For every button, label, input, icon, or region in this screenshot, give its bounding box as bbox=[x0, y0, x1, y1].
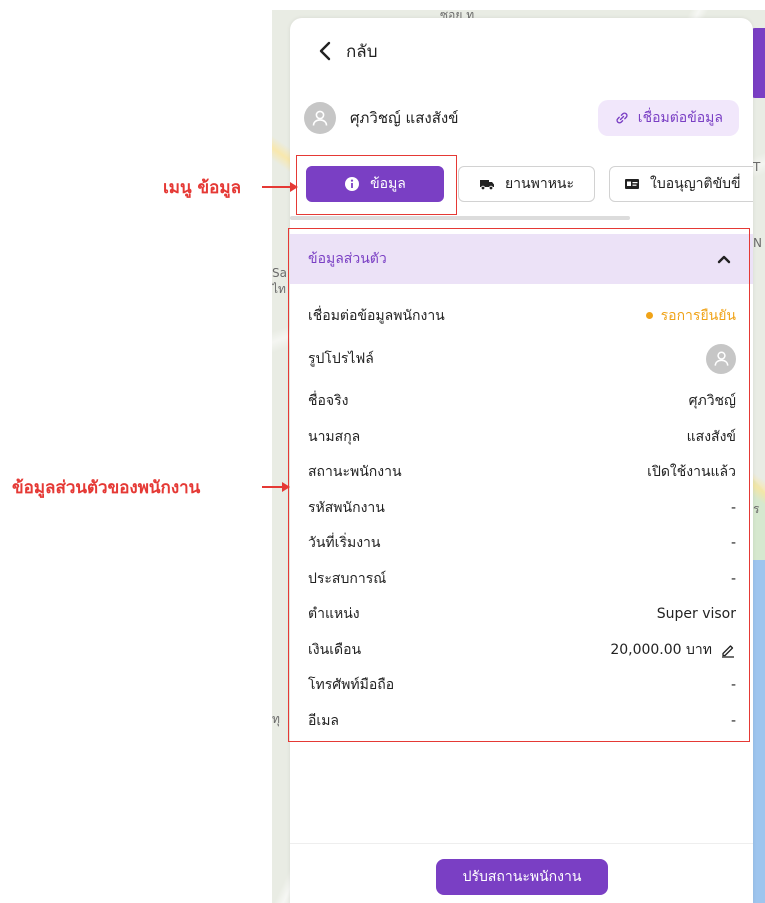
tab-vehicle[interactable]: ยานพาหนะ bbox=[458, 166, 595, 202]
map-label: ร bbox=[753, 502, 760, 516]
map-label: N bbox=[753, 236, 762, 250]
truck-icon bbox=[479, 180, 494, 191]
back-label: กลับ bbox=[346, 41, 378, 62]
tab-vehicle-label: ยานพาหนะ bbox=[504, 176, 575, 192]
map-label: ไท bbox=[272, 282, 286, 296]
link-icon bbox=[616, 112, 628, 124]
user-avatar-icon bbox=[304, 102, 336, 134]
tab-scrollbar[interactable] bbox=[290, 216, 630, 220]
chevron-left-icon bbox=[319, 41, 331, 61]
annotation-box-section bbox=[288, 228, 750, 742]
map-label: T bbox=[753, 160, 761, 174]
profile-row: ศุภวิชญ์ แสงสังข์ เชื่อมต่อข้อมูล bbox=[304, 100, 739, 136]
annotation-arrow bbox=[262, 482, 290, 492]
map-label: ทุ bbox=[272, 712, 280, 726]
annotation-arrow bbox=[262, 182, 298, 192]
map-label: Sa bbox=[272, 266, 287, 280]
map-water-strip bbox=[751, 560, 765, 903]
connect-data-button[interactable]: เชื่อมต่อข้อมูล bbox=[597, 100, 739, 136]
annotation-box-menu bbox=[296, 155, 457, 215]
back-button[interactable]: กลับ bbox=[318, 38, 378, 64]
profile-name: ศุภวิชญ์ แสงสังข์ bbox=[350, 109, 459, 127]
map-side-tab[interactable] bbox=[751, 28, 765, 98]
tab-driver-license[interactable]: ใบอนุญาติขับขี่ bbox=[609, 166, 753, 202]
update-status-button[interactable]: ปรับสถานะพนักงาน bbox=[436, 859, 608, 895]
tab-driver-license-label: ใบอนุญาติขับขี่ bbox=[650, 176, 741, 192]
annotation-label-menu: เมนู ข้อมูล bbox=[163, 178, 242, 198]
connect-label: เชื่อมต่อข้อมูล bbox=[637, 110, 723, 126]
annotation-label-section: ข้อมูลส่วนตัวของพนักงาน bbox=[12, 478, 201, 498]
id-card-icon bbox=[625, 179, 639, 189]
footer-divider bbox=[290, 843, 753, 844]
